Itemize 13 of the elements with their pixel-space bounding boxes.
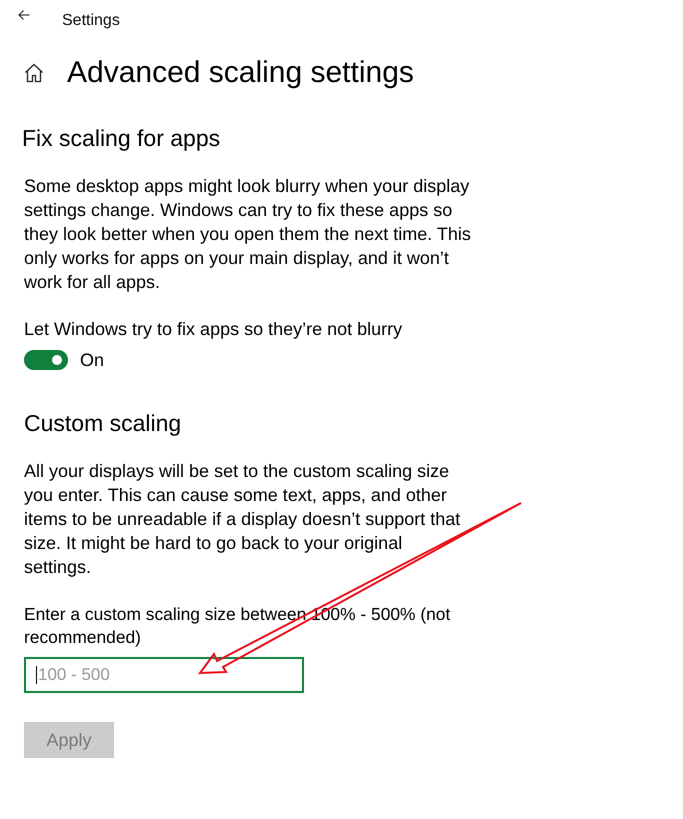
home-icon[interactable] <box>24 63 44 83</box>
toggle-label: Let Windows try to fix apps so they’re not blurry <box>24 318 404 341</box>
back-arrow-icon <box>18 10 30 20</box>
scaling-input-field[interactable]: 100 - 500 <box>24 657 304 693</box>
section-heading: Custom scaling <box>24 409 182 438</box>
window-title: Settings <box>62 11 120 31</box>
section-description: All your displays will be set to the custom scaling size you enter. This can cause some text, apps, and other items to be unreadable if a display doesn’t support that size. It might be hard to go back to your original settings. <box>24 460 462 579</box>
section-heading: Fix scaling for apps <box>22 124 222 153</box>
toggle-state-text: On <box>80 350 104 370</box>
page-title: Advanced scaling settings <box>67 55 414 91</box>
section-description: Some desktop apps might look blurry when your display settings change. Windows can try to fix these apps so they look better when you open them the next time. This only works for apps on your main display, and it won’t work for all apps. <box>24 175 472 294</box>
text-cursor-icon <box>36 666 37 684</box>
toggle-switch[interactable] <box>24 350 68 370</box>
